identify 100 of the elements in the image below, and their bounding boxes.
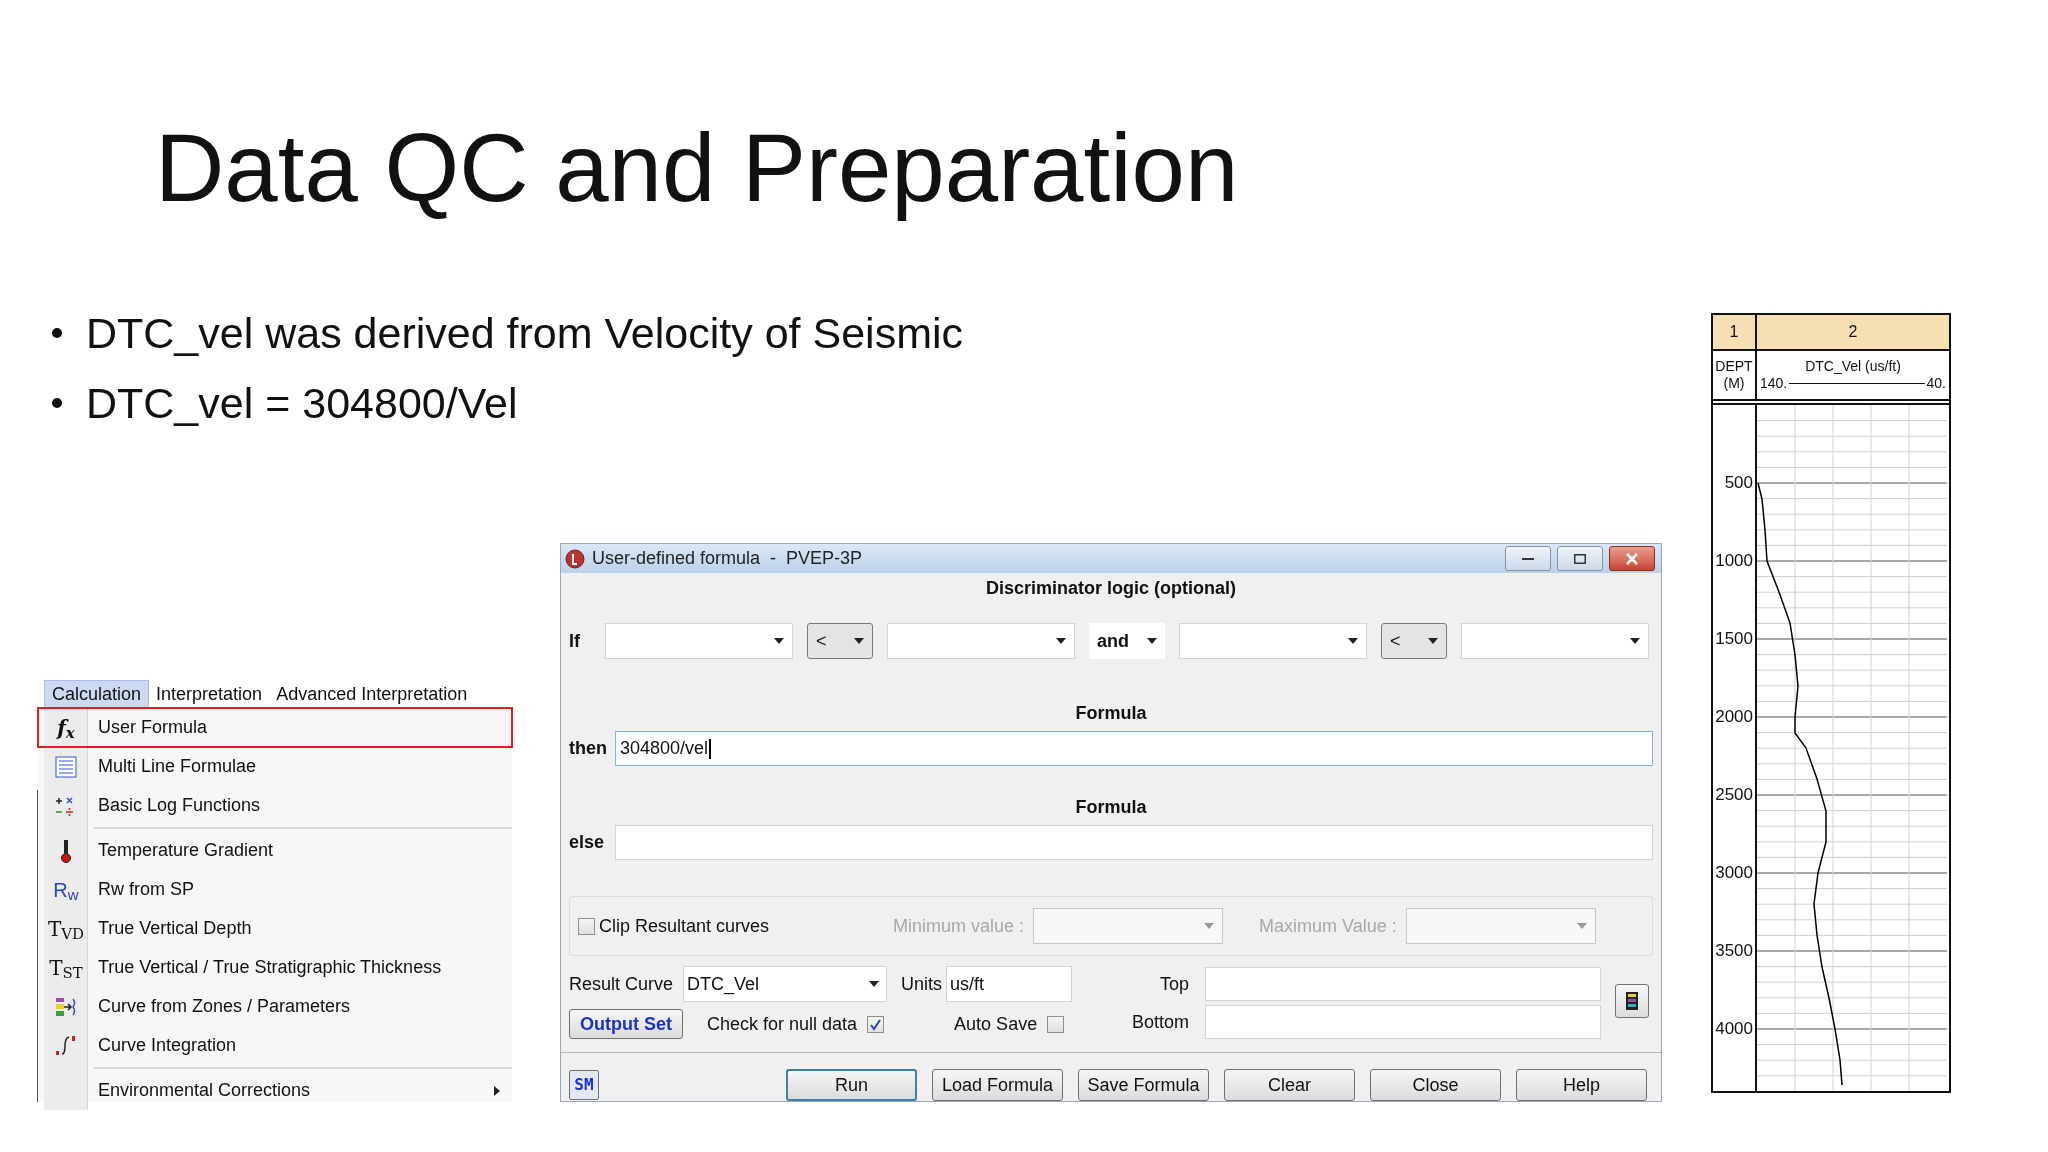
output-set-button[interactable]: Output Set	[569, 1009, 683, 1039]
formula-field[interactable]	[615, 825, 1653, 860]
units-field[interactable]: us/ft	[946, 966, 1073, 1002]
menu-item-label: Rw from SP	[98, 878, 194, 901]
checkbox[interactable]	[867, 1015, 885, 1033]
depth-label: 500	[1724, 473, 1753, 493]
dropdown[interactable]	[1405, 908, 1596, 944]
caret-icon	[854, 638, 864, 644]
menu-item-label: Multi Line Formulae	[98, 755, 257, 778]
depth-label: 1000	[1715, 551, 1753, 571]
formula-label: else	[569, 831, 606, 854]
field-label: Maximum Value :	[1259, 914, 1397, 938]
track-number: 1	[1713, 315, 1757, 349]
maximize-button[interactable]	[1557, 546, 1603, 571]
menu-item-label: True Vertical / True Stratigraphic Thickness	[98, 956, 442, 979]
maximize-icon	[1574, 553, 1586, 564]
dialog-button[interactable]: Run	[786, 1069, 917, 1101]
scale-label: 140.	[1760, 375, 1788, 392]
checkbox-label: Check for null data	[707, 1012, 858, 1036]
track-number: 2	[1847, 322, 1859, 342]
slide-title: Data QC and Preparation	[155, 113, 1239, 223]
app-icon	[564, 547, 586, 570]
dialog-button[interactable]: Load Formula	[932, 1069, 1063, 1101]
layers-button[interactable]	[1615, 984, 1649, 1018]
menu-item[interactable]: Basic Log Functions	[38, 786, 512, 825]
menu-item[interactable]: Curve from Zones / Parameters	[38, 987, 512, 1026]
dropdown[interactable]	[1179, 623, 1367, 659]
menu-item[interactable]: Curve Integration	[38, 1026, 512, 1065]
caret-icon	[774, 638, 784, 644]
caret-icon	[1204, 923, 1215, 929]
field-label: Minimum value :	[893, 914, 1025, 938]
menu-item[interactable]: f$_{x}$ User Formula	[38, 708, 512, 747]
depth-label: 4000	[1715, 1019, 1753, 1039]
menu-tab[interactable]: Interpretation	[149, 680, 270, 708]
dropdown[interactable]: <	[1381, 623, 1447, 659]
menu-item-label: Temperature Gradient	[98, 839, 274, 862]
formula-heading: Formula	[1074, 796, 1148, 819]
menu-item[interactable]: Environmental Corrections	[38, 1071, 512, 1110]
menu-item-label: Environmental Corrections	[98, 1079, 311, 1102]
minimize-button[interactable]	[1505, 546, 1551, 571]
caret-icon	[1630, 638, 1640, 644]
depth-label: 2500	[1715, 785, 1753, 805]
curve-header: DTC_Vel (us/ft)	[1805, 358, 1901, 375]
close-icon	[1626, 552, 1638, 565]
dialog-button[interactable]: Save Formula	[1078, 1069, 1209, 1101]
dropdown[interactable]	[605, 623, 793, 659]
top-field[interactable]	[1205, 967, 1601, 1001]
fx-icon: f$_{x}$	[57, 717, 75, 738]
menu-item-label: True Vertical Depth	[98, 917, 252, 940]
dropdown[interactable]	[1033, 908, 1224, 944]
menu-tab[interactable]: Advanced Interpretation	[269, 680, 475, 708]
field-label: Bottom	[1130, 1010, 1189, 1034]
checkbox-label: Clip Resultant curves	[599, 914, 770, 938]
tst-icon: T$_{ST}$	[49, 957, 83, 978]
checkbox[interactable]	[578, 917, 595, 935]
dialog-button[interactable]: Help	[1516, 1069, 1647, 1101]
caret-icon	[1348, 638, 1358, 644]
dropdown[interactable]	[887, 623, 1075, 659]
dropdown[interactable]: and	[1089, 623, 1165, 659]
result-curve-dropdown[interactable]: DTC_Vel	[683, 966, 888, 1002]
scale-label: 40.	[1926, 375, 1946, 392]
menu-item[interactable]: Temperature Gradient	[38, 831, 512, 870]
menu-item[interactable]: R$_{w}$ Rw from SP	[38, 870, 512, 909]
caret-icon	[1576, 923, 1587, 929]
menu-item[interactable]: T$_{ST}$ True Vertical / True Stratigraphic Thickness	[38, 948, 512, 987]
tvd-icon: T$_{VD}$	[47, 918, 85, 939]
menu-item-label: User Formula	[98, 716, 208, 739]
caret-icon	[869, 981, 880, 987]
bullet-text: DTC_vel was derived from Velocity of Seismic	[86, 308, 963, 358]
menu-item[interactable]: Multi Line Formulae	[38, 747, 512, 786]
depth-label: 3500	[1715, 941, 1753, 961]
formula-heading: Formula	[1074, 702, 1148, 725]
formula-field[interactable]: 304800/vel	[615, 731, 1653, 766]
layers-icon	[1625, 991, 1639, 1011]
checkbox-label: Auto Save	[954, 1012, 1038, 1036]
caret-icon	[1147, 638, 1157, 644]
menu-tab[interactable]: Calculation	[44, 680, 150, 708]
formula-label: then	[569, 737, 607, 760]
close-button[interactable]	[1609, 546, 1655, 571]
depth-label: 1500	[1715, 629, 1753, 649]
minimize-icon	[1522, 557, 1534, 560]
field-label: Units	[901, 972, 943, 996]
dropdown[interactable]: <	[807, 623, 873, 659]
if-label: If	[569, 629, 581, 653]
menu-item-label: Curve Integration	[98, 1034, 237, 1057]
bottom-field[interactable]	[1205, 1005, 1601, 1039]
checkbox[interactable]	[1047, 1015, 1065, 1033]
dialog-button[interactable]: Clear	[1224, 1069, 1355, 1101]
menu-item-label: Basic Log Functions	[98, 794, 261, 817]
section-title: Discriminator logic (optional)	[985, 577, 1237, 599]
field-label: Result Curve	[569, 972, 674, 996]
menu-item[interactable]: T$_{VD}$ True Vertical Depth	[38, 909, 512, 948]
dropdown[interactable]	[1461, 623, 1649, 659]
dialog-button[interactable]: Close	[1370, 1069, 1501, 1101]
depth-header: DEPT	[1715, 358, 1753, 375]
formula-list-icon	[54, 754, 78, 779]
sm-button[interactable]: SM	[569, 1070, 599, 1100]
integral-icon	[54, 1033, 78, 1058]
caret-icon	[1428, 638, 1438, 644]
menu-item-label: Curve from Zones / Parameters	[98, 995, 351, 1018]
